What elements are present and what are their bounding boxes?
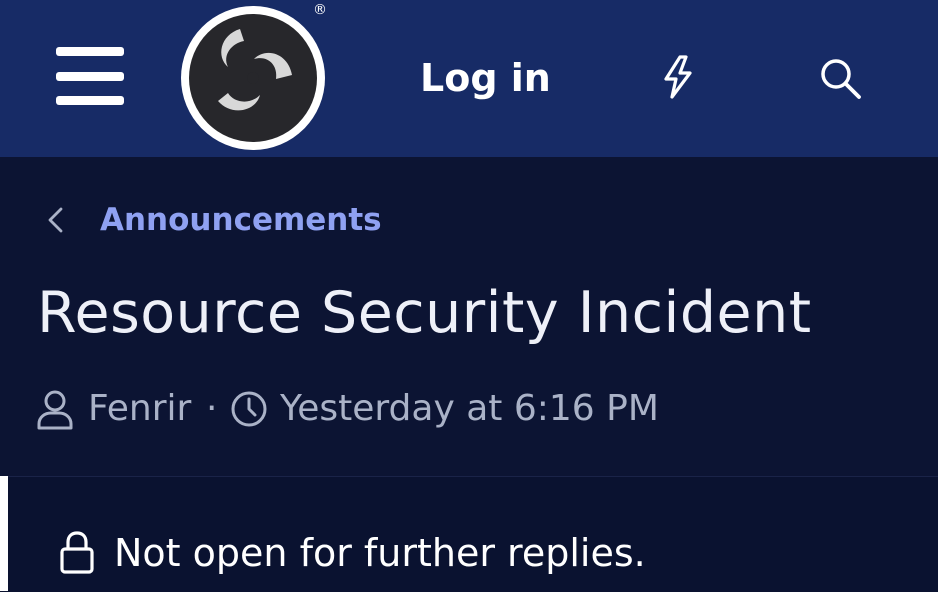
thread-timestamp[interactable]: Yesterday at 6:16 PM — [280, 388, 659, 430]
obs-logo[interactable] — [180, 5, 326, 151]
lock-icon — [60, 531, 94, 574]
chevron-left-icon[interactable] — [44, 206, 68, 234]
page-title: Resource Security Incident — [37, 280, 812, 346]
user-icon — [37, 390, 73, 430]
thread-locked-notice: Not open for further replies. — [114, 531, 646, 575]
search-icon[interactable] — [816, 54, 864, 102]
panel-edge — [0, 476, 8, 591]
lightning-bolt-icon[interactable] — [658, 54, 698, 100]
clock-icon — [231, 391, 267, 427]
thread-author[interactable]: Fenrir — [88, 388, 191, 430]
login-link[interactable]: Log in — [420, 56, 551, 100]
registered-trademark-mark: ® — [313, 2, 327, 18]
meta-separator: · — [206, 388, 218, 429]
hamburger-menu-icon[interactable] — [56, 47, 124, 105]
breadcrumb-link-announcements[interactable]: Announcements — [100, 202, 382, 238]
